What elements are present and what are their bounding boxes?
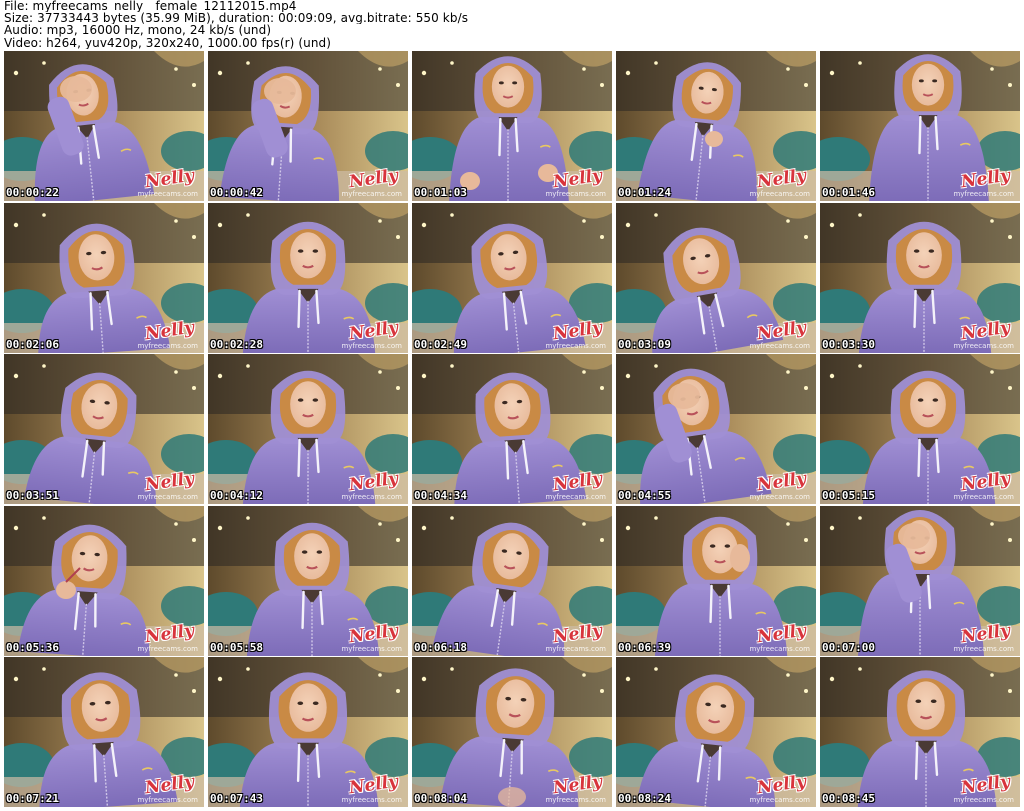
thumbnail-frame: 00:07:43 Nelly myfreecams.com [208, 657, 408, 807]
file-size-line: Size: 37733443 bytes (35.99 MiB), durati… [4, 12, 469, 25]
frame-timestamp: 00:07:21 [6, 792, 59, 805]
frame-timestamp: 00:05:36 [6, 640, 59, 654]
frame-timestamp: 00:05:58 [210, 640, 263, 654]
watermark-site: myfreecams.com [341, 796, 402, 804]
watermark-site: myfreecams.com [953, 796, 1014, 804]
frame-timestamp: 00:01:03 [414, 186, 467, 199]
frame-timestamp: 00:06:39 [618, 640, 671, 654]
thumbnail-frame: 00:04:55 Nelly myfreecams.com [616, 354, 816, 504]
watermark-site: myfreecams.com [545, 341, 606, 350]
watermark-site: myfreecams.com [137, 341, 198, 350]
frame-timestamp: 00:01:46 [822, 186, 875, 199]
thumbnail-frame: 00:02:49 Nelly myfreecams.com [412, 202, 612, 353]
frame-timestamp: 00:04:55 [618, 489, 671, 502]
watermark-site: myfreecams.com [545, 190, 606, 198]
frame-timestamp: 00:00:42 [210, 186, 263, 199]
watermark-site: myfreecams.com [137, 493, 198, 501]
thumbnail-frame: 00:02:06 Nelly myfreecams.com [4, 202, 204, 353]
watermark-site: myfreecams.com [545, 493, 606, 501]
thumbnail-frame: 00:07:21 Nelly myfreecams.com [4, 657, 204, 807]
frame-timestamp: 00:03:30 [822, 337, 875, 351]
thumbnail-frame: 00:04:34 Nelly myfreecams.com [412, 354, 612, 504]
thumbnail-frame: 00:03:51 Nelly myfreecams.com [4, 354, 204, 504]
watermark-site: myfreecams.com [341, 644, 402, 653]
watermark-site: myfreecams.com [749, 341, 810, 350]
thumbnail-frame: 00:07:00 Nelly myfreecams.com [820, 505, 1020, 656]
file-info-header: File: myfreecams_nelly__female_12112015.… [4, 0, 1020, 50]
frame-timestamp: 00:02:06 [6, 337, 59, 351]
thumbnail-frame: 00:05:36 Nelly myfreecams.com [4, 505, 204, 656]
frame-timestamp: 00:08:04 [414, 792, 467, 805]
frame-timestamp: 00:03:51 [6, 489, 59, 502]
frame-timestamp: 00:01:24 [618, 186, 671, 199]
watermark-site: myfreecams.com [953, 493, 1014, 501]
watermark-site: myfreecams.com [953, 644, 1014, 653]
watermark-site: myfreecams.com [137, 796, 198, 804]
thumbnail-frame: 00:05:58 Nelly myfreecams.com [208, 505, 408, 656]
watermark-site: myfreecams.com [953, 341, 1014, 350]
audio-info-line: Audio: mp3, 16000 Hz, mono, 24 kb/s (und… [4, 24, 272, 37]
frame-timestamp: 00:08:24 [618, 792, 671, 805]
frame-timestamp: 00:04:34 [414, 489, 467, 502]
thumbnail-frame: 00:02:28 Nelly myfreecams.com [208, 202, 408, 353]
frame-timestamp: 00:07:43 [210, 792, 263, 805]
video-info-line: Video: h264, yuv420p, 320x240, 1000.00 f… [4, 36, 332, 49]
watermark-site: myfreecams.com [749, 796, 810, 804]
frame-timestamp: 00:06:18 [414, 640, 467, 654]
thumbnail-frame: 00:03:30 Nelly myfreecams.com [820, 202, 1020, 353]
watermark-site: myfreecams.com [137, 190, 198, 198]
frame-timestamp: 00:07:00 [822, 640, 875, 654]
thumbnail-frame: 00:00:22 Nelly myfreecams.com [4, 51, 204, 201]
thumbnail-frame: 00:05:15 Nelly myfreecams.com [820, 354, 1020, 504]
thumbnail-frame: 00:06:18 Nelly myfreecams.com [412, 505, 612, 656]
thumbnail-frame: 00:08:04 Nelly myfreecams.com [412, 657, 612, 807]
watermark-site: myfreecams.com [341, 190, 402, 198]
thumbnail-frame: 00:03:09 Nelly myfreecams.com [616, 202, 816, 353]
watermark-site: myfreecams.com [137, 644, 198, 653]
thumbnail-grid: 00:00:22 Nelly myfreecams.com 00:00:42 N… [4, 51, 1020, 807]
watermark-site: myfreecams.com [749, 493, 810, 501]
watermark-site: myfreecams.com [545, 796, 606, 804]
thumbnail-frame: 00:01:46 Nelly myfreecams.com [820, 51, 1020, 201]
frame-timestamp: 00:05:15 [822, 489, 875, 502]
thumbnail-frame: 00:01:03 Nelly myfreecams.com [412, 51, 612, 201]
thumbnail-frame: 00:01:24 Nelly myfreecams.com [616, 51, 816, 201]
frame-timestamp: 00:03:09 [618, 337, 671, 351]
frame-timestamp: 00:08:45 [822, 792, 875, 805]
thumbnail-frame: 00:08:45 Nelly myfreecams.com [820, 657, 1020, 807]
watermark-site: myfreecams.com [749, 190, 810, 198]
frame-timestamp: 00:02:49 [414, 337, 467, 351]
watermark-site: myfreecams.com [545, 644, 606, 653]
frame-timestamp: 00:00:22 [6, 186, 59, 199]
watermark-site: myfreecams.com [749, 644, 810, 653]
file-name-line: File: myfreecams_nelly__female_12112015.… [4, 0, 297, 13]
thumbnail-frame: 00:08:24 Nelly myfreecams.com [616, 657, 816, 807]
frame-timestamp: 00:04:12 [210, 489, 263, 502]
thumbnail-frame: 00:04:12 Nelly myfreecams.com [208, 354, 408, 504]
thumbnail-frame: 00:00:42 Nelly myfreecams.com [208, 51, 408, 201]
thumbnail-frame: 00:06:39 Nelly myfreecams.com [616, 505, 816, 656]
watermark-site: myfreecams.com [341, 493, 402, 501]
watermark-site: myfreecams.com [341, 341, 402, 350]
watermark-site: myfreecams.com [953, 190, 1014, 198]
frame-timestamp: 00:02:28 [210, 337, 263, 351]
